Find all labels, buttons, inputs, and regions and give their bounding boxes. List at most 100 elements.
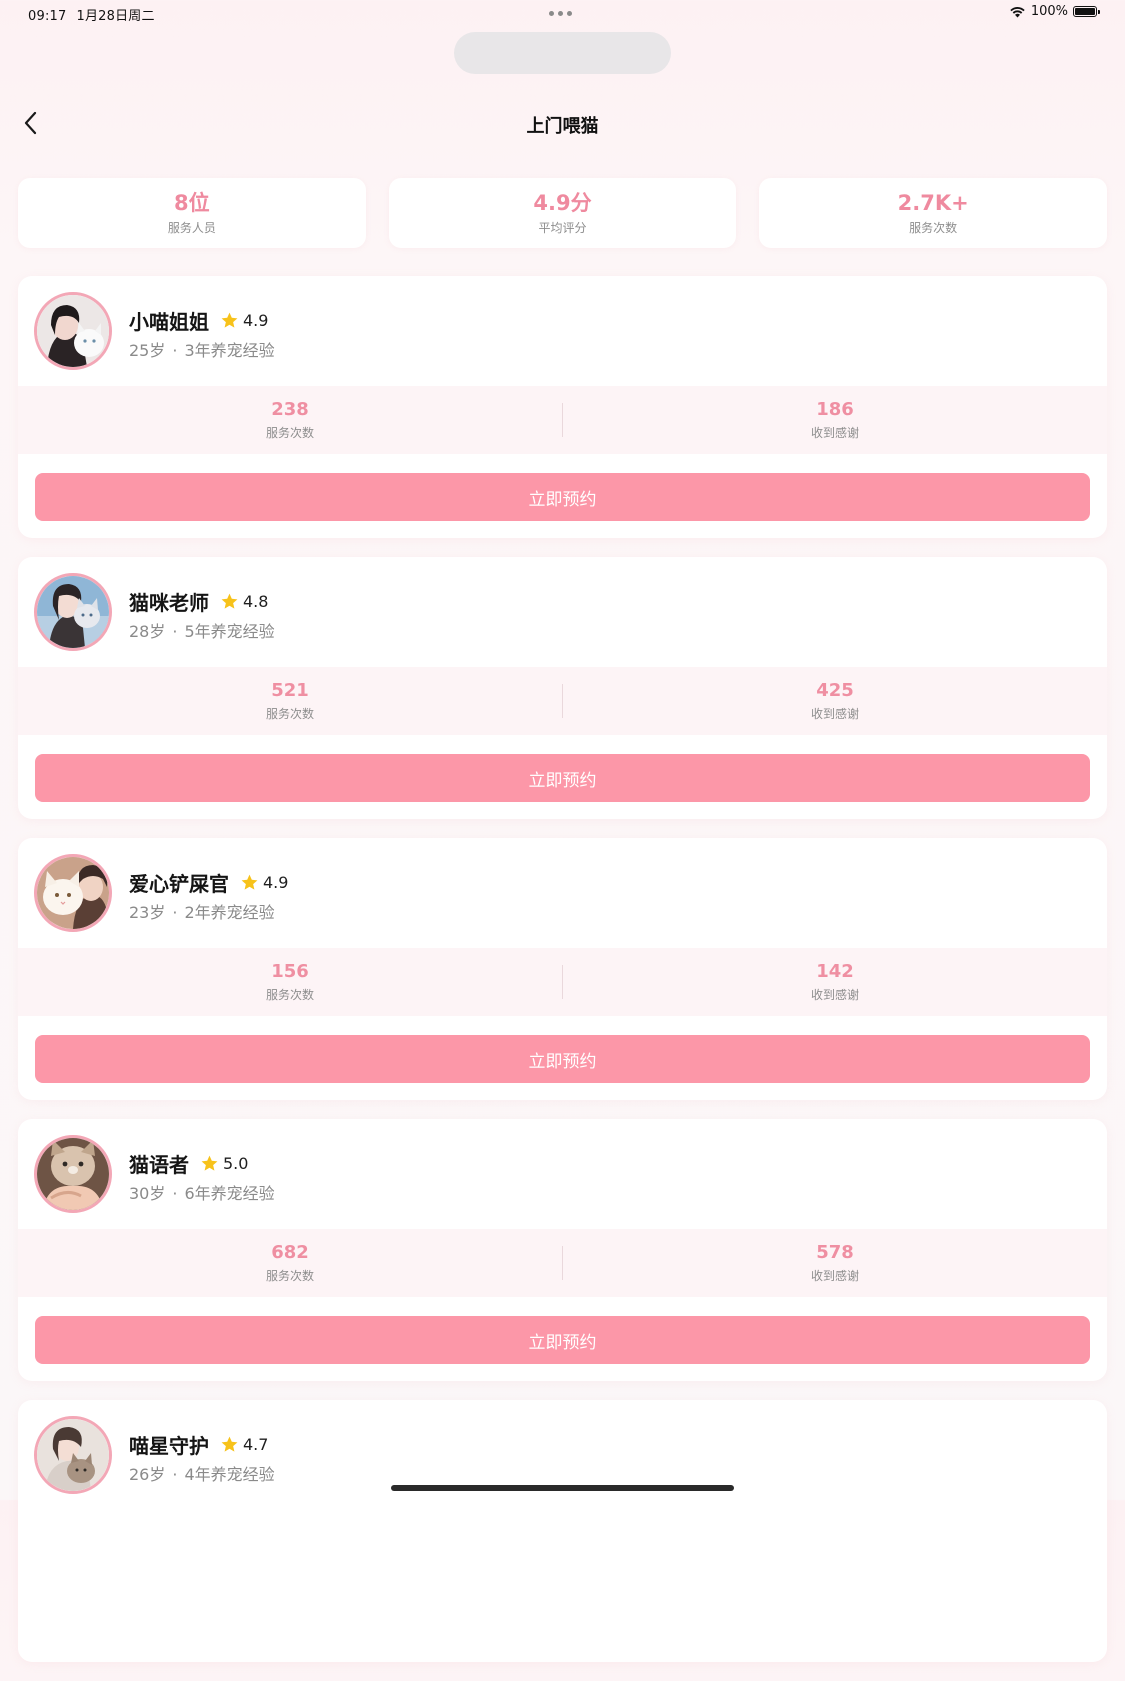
summary-label: 服务次数 [909,221,958,235]
rating: 4.7 [220,1435,268,1454]
stat-label: 服务次数 [265,426,314,440]
avatar-photo [37,1138,109,1210]
staff-name: 爱心铲屎官 [129,872,229,896]
staff-meta: 25岁 · 3年养宠经验 [129,337,275,361]
summary-label: 服务人员 [167,221,216,235]
rating: 5.0 [200,1154,248,1173]
staff-stats: 521 服务次数 425 收到感谢 [18,667,1107,735]
stat-thanks: 186 收到感谢 [563,386,1107,454]
summary-card-staff: 8位 服务人员 [18,178,366,248]
staff-meta: 23岁 · 2年养宠经验 [129,899,275,923]
stat-label: 服务次数 [265,1269,314,1283]
staff-name: 猫语者 [129,1153,189,1177]
staff-name-row: 喵星守护 4.7 [129,1430,268,1459]
stat-value: 682 [271,1242,309,1263]
stat-thanks: 578 收到感谢 [563,1229,1107,1297]
staff-age: 25岁 [129,341,166,360]
dot [558,11,563,16]
book-now-button[interactable]: 立即预约 [35,1316,1090,1364]
dot [549,11,554,16]
staff-stats: 682 服务次数 578 收到感谢 [18,1229,1107,1297]
stat-value: 425 [816,680,854,701]
stat-label: 服务次数 [265,707,314,721]
home-indicator[interactable] [391,1485,734,1491]
staff-header: 爱心铲屎官 4.9 23岁 · 2年养宠经验 [18,838,1107,948]
star-icon [221,593,238,609]
separator-dot: · [172,622,178,641]
rating-value: 5.0 [223,1154,249,1173]
multitasking-dots[interactable] [549,11,572,16]
staff-experience: 3年养宠经验 [184,341,275,360]
wifi-icon [1010,6,1025,17]
staff-card: 猫语者 5.0 30岁 · 6年养宠经验 682 服务次数 578 收到感谢 立即预… [18,1119,1107,1381]
stat-services: 521 服务次数 [18,667,562,735]
summary-card-services: 2.7K+ 服务次数 [759,178,1108,248]
summary-value: 4.9分 [533,191,592,215]
battery-icon [1073,6,1100,17]
rating-value: 4.9 [243,311,269,330]
stat-label: 收到感谢 [810,1269,859,1283]
stat-value: 578 [816,1242,854,1263]
stat-services: 156 服务次数 [18,948,562,1016]
staff-header: 猫语者 5.0 30岁 · 6年养宠经验 [18,1119,1107,1229]
staff-stats: 238 服务次数 186 收到感谢 [18,386,1107,454]
stat-thanks: 142 收到感谢 [563,948,1107,1016]
avatar[interactable] [34,573,112,651]
stat-value: 238 [271,399,309,420]
rating: 4.8 [220,592,268,611]
avatar[interactable] [34,292,112,370]
avatar-photo [37,1419,109,1491]
book-now-button[interactable]: 立即预约 [35,1035,1090,1083]
avatar[interactable] [34,854,112,932]
staff-experience: 6年养宠经验 [184,1184,275,1203]
top-drag-pill[interactable] [454,32,671,74]
staff-meta: 28岁 · 5年养宠经验 [129,618,275,642]
staff-age: 23岁 [129,903,166,922]
avatar-photo [37,857,109,929]
summary-card-rating: 4.9分 平均评分 [388,178,737,248]
stat-value: 142 [816,961,854,982]
staff-name-row: 小喵姐姐 4.9 [129,306,268,335]
battery-percent: 100% [1030,4,1068,19]
stat-label: 服务次数 [265,988,314,1002]
staff-card: 猫咪老师 4.8 28岁 · 5年养宠经验 521 服务次数 425 收到感谢 立即… [18,557,1107,819]
page-title: 上门喂猫 [526,116,599,137]
stat-thanks: 425 收到感谢 [563,667,1107,735]
staff-card: 喵星守护 4.7 26岁 · 4年养宠经验 [18,1400,1107,1662]
status-time: 09:17 [28,9,67,24]
summary-stats: 8位 服务人员 4.9分 平均评分 2.7K+ 服务次数 [18,178,1108,248]
book-now-button[interactable]: 立即预约 [35,754,1090,802]
summary-value: 8位 [174,191,210,215]
staff-stats: 156 服务次数 142 收到感谢 [18,948,1107,1016]
avatar[interactable] [34,1135,112,1213]
staff-name: 喵星守护 [129,1434,209,1458]
staff-experience: 2年养宠经验 [184,903,275,922]
staff-card: 小喵姐姐 4.9 25岁 · 3年养宠经验 238 服务次数 186 收到感谢 立即… [18,276,1107,538]
stat-label: 收到感谢 [810,426,859,440]
avatar-photo [37,295,109,367]
rating-value: 4.7 [243,1435,269,1454]
rating: 4.9 [240,873,288,892]
staff-card: 爱心铲屎官 4.9 23岁 · 2年养宠经验 156 服务次数 142 收到感谢 立… [18,838,1107,1100]
separator-dot: · [172,903,178,922]
staff-name: 小喵姐姐 [129,310,209,334]
staff-experience: 4年养宠经验 [184,1465,275,1484]
separator-dot: · [172,1184,178,1203]
staff-meta: 26岁 · 4年养宠经验 [129,1461,275,1485]
status-bar: 09:17 1月28日周二 100% [0,0,1125,26]
staff-name-row: 爱心铲屎官 4.9 [129,868,288,897]
stat-value: 156 [271,961,309,982]
staff-age: 26岁 [129,1465,166,1484]
staff-age: 30岁 [129,1184,166,1203]
star-icon [221,312,238,328]
staff-header: 猫咪老师 4.8 28岁 · 5年养宠经验 [18,557,1107,667]
status-date: 1月28日周二 [76,9,155,24]
dot [567,11,572,16]
stat-services: 682 服务次数 [18,1229,562,1297]
avatar[interactable] [34,1416,112,1494]
staff-age: 28岁 [129,622,166,641]
rating: 4.9 [220,311,268,330]
summary-label: 平均评分 [538,221,587,235]
staff-meta: 30岁 · 6年养宠经验 [129,1180,275,1204]
book-now-button[interactable]: 立即预约 [35,473,1090,521]
